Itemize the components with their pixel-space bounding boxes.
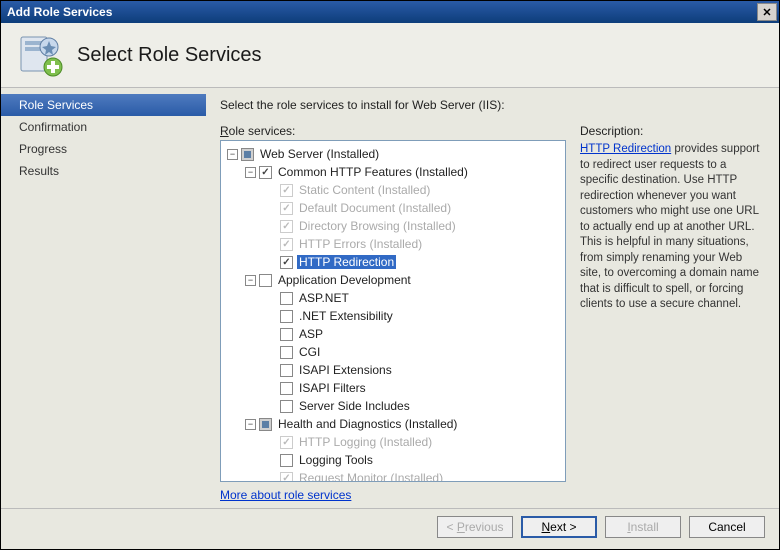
tree-node[interactable]: − Application Development xyxy=(223,271,563,289)
checkbox[interactable] xyxy=(280,400,293,413)
expander-spacer xyxy=(263,437,277,448)
expander-spacer xyxy=(263,203,277,214)
server-icon xyxy=(15,31,63,79)
expander-spacer xyxy=(263,455,277,466)
tree-node: Static Content (Installed) xyxy=(223,181,563,199)
expander-spacer xyxy=(263,347,277,358)
tree-node-label: ISAPI Extensions xyxy=(297,363,394,377)
tree-node[interactable]: ISAPI Filters xyxy=(223,379,563,397)
checkbox[interactable] xyxy=(280,256,293,269)
description-link[interactable]: HTTP Redirection xyxy=(580,143,671,155)
description-text: HTTP Redirection provides support to red… xyxy=(580,142,765,313)
expander-spacer xyxy=(263,185,277,196)
wizard-nav: Role ServicesConfirmationProgressResults xyxy=(1,88,206,508)
collapse-icon[interactable]: − xyxy=(245,167,256,178)
tree-node: Directory Browsing (Installed) xyxy=(223,217,563,235)
tree-node[interactable]: ISAPI Extensions xyxy=(223,361,563,379)
expander-spacer xyxy=(263,383,277,394)
checkbox[interactable] xyxy=(259,418,272,431)
tree-node[interactable]: ASP xyxy=(223,325,563,343)
wizard-header: Select Role Services xyxy=(1,23,779,88)
checkbox[interactable] xyxy=(280,292,293,305)
tree-node[interactable]: − Health and Diagnostics (Installed) xyxy=(223,415,563,433)
checkbox[interactable] xyxy=(280,382,293,395)
cancel-button[interactable]: Cancel xyxy=(689,516,765,538)
expander-spacer xyxy=(263,293,277,304)
expander-spacer xyxy=(263,401,277,412)
expander-spacer xyxy=(263,311,277,322)
expander-spacer xyxy=(263,257,277,268)
description-label: Description: xyxy=(580,124,765,138)
tree-node-label: Application Development xyxy=(276,273,413,287)
tree-node[interactable]: Logging Tools xyxy=(223,451,563,469)
expander-spacer xyxy=(263,365,277,376)
checkbox[interactable] xyxy=(259,274,272,287)
tree-node-label: Server Side Includes xyxy=(297,399,412,413)
collapse-icon[interactable]: − xyxy=(245,275,256,286)
nav-item-results[interactable]: Results xyxy=(1,160,206,182)
next-button[interactable]: Next > xyxy=(521,516,597,538)
checkbox[interactable] xyxy=(241,148,254,161)
tree-node-label: HTTP Redirection xyxy=(297,255,396,269)
tree-node[interactable]: Server Side Includes xyxy=(223,397,563,415)
tree-node-label: Health and Diagnostics (Installed) xyxy=(276,417,459,431)
tree-node: Default Document (Installed) xyxy=(223,199,563,217)
nav-item-confirmation[interactable]: Confirmation xyxy=(1,116,206,138)
checkbox[interactable] xyxy=(259,166,272,179)
more-link[interactable]: More about role services xyxy=(220,488,566,502)
checkbox[interactable] xyxy=(280,346,293,359)
checkbox xyxy=(280,472,293,483)
wizard-buttons: < Previous Next > Install Cancel xyxy=(1,508,779,544)
expander-spacer xyxy=(263,329,277,340)
tree-node-label: Web Server (Installed) xyxy=(258,147,381,161)
checkbox[interactable] xyxy=(280,328,293,341)
tree-node-label: Logging Tools xyxy=(297,453,375,467)
previous-button[interactable]: < Previous xyxy=(437,516,513,538)
tree-node: HTTP Errors (Installed) xyxy=(223,235,563,253)
tree-node-label: CGI xyxy=(297,345,322,359)
checkbox xyxy=(280,202,293,215)
tree-node: HTTP Logging (Installed) xyxy=(223,433,563,451)
nav-item-progress[interactable]: Progress xyxy=(1,138,206,160)
tree-node-label: Directory Browsing (Installed) xyxy=(297,219,458,233)
checkbox xyxy=(280,220,293,233)
role-services-tree[interactable]: −Web Server (Installed)−Common HTTP Feat… xyxy=(220,140,566,482)
tree-node[interactable]: CGI xyxy=(223,343,563,361)
collapse-icon[interactable]: − xyxy=(245,419,256,430)
checkbox xyxy=(280,238,293,251)
tree-node[interactable]: HTTP Redirection xyxy=(223,253,563,271)
title-bar[interactable]: Add Role Services ✕ xyxy=(1,1,779,23)
checkbox xyxy=(280,436,293,449)
tree-node[interactable]: ASP.NET xyxy=(223,289,563,307)
expander-spacer xyxy=(263,473,277,483)
tree-node-label: HTTP Errors (Installed) xyxy=(297,237,424,251)
tree-node-label: ASP.NET xyxy=(297,291,351,305)
checkbox[interactable] xyxy=(280,364,293,377)
tree-node-label: Static Content (Installed) xyxy=(297,183,432,197)
checkbox xyxy=(280,184,293,197)
tree-node[interactable]: − Web Server (Installed) xyxy=(223,145,563,163)
instruction-text: Select the role services to install for … xyxy=(220,98,765,112)
tree-node[interactable]: − Common HTTP Features (Installed) xyxy=(223,163,563,181)
tree-node-label: ISAPI Filters xyxy=(297,381,368,395)
checkbox[interactable] xyxy=(280,310,293,323)
page-title: Select Role Services xyxy=(77,44,262,67)
tree-node-label: Default Document (Installed) xyxy=(297,201,453,215)
expander-spacer xyxy=(263,221,277,232)
window-title: Add Role Services xyxy=(7,5,757,19)
tree-node-label: ASP xyxy=(297,327,325,341)
install-button[interactable]: Install xyxy=(605,516,681,538)
tree-node[interactable]: .NET Extensibility xyxy=(223,307,563,325)
nav-item-role-services[interactable]: Role Services xyxy=(1,94,206,116)
collapse-icon[interactable]: − xyxy=(227,149,238,160)
tree-node: Request Monitor (Installed) xyxy=(223,469,563,482)
tree-node-label: .NET Extensibility xyxy=(297,309,395,323)
close-icon[interactable]: ✕ xyxy=(757,3,777,21)
expander-spacer xyxy=(263,239,277,250)
tree-node-label: Request Monitor (Installed) xyxy=(297,471,445,482)
tree-node-label: Common HTTP Features (Installed) xyxy=(276,165,470,179)
tree-node-label: HTTP Logging (Installed) xyxy=(297,435,434,449)
checkbox[interactable] xyxy=(280,454,293,467)
role-services-label: Role services: xyxy=(220,124,566,138)
